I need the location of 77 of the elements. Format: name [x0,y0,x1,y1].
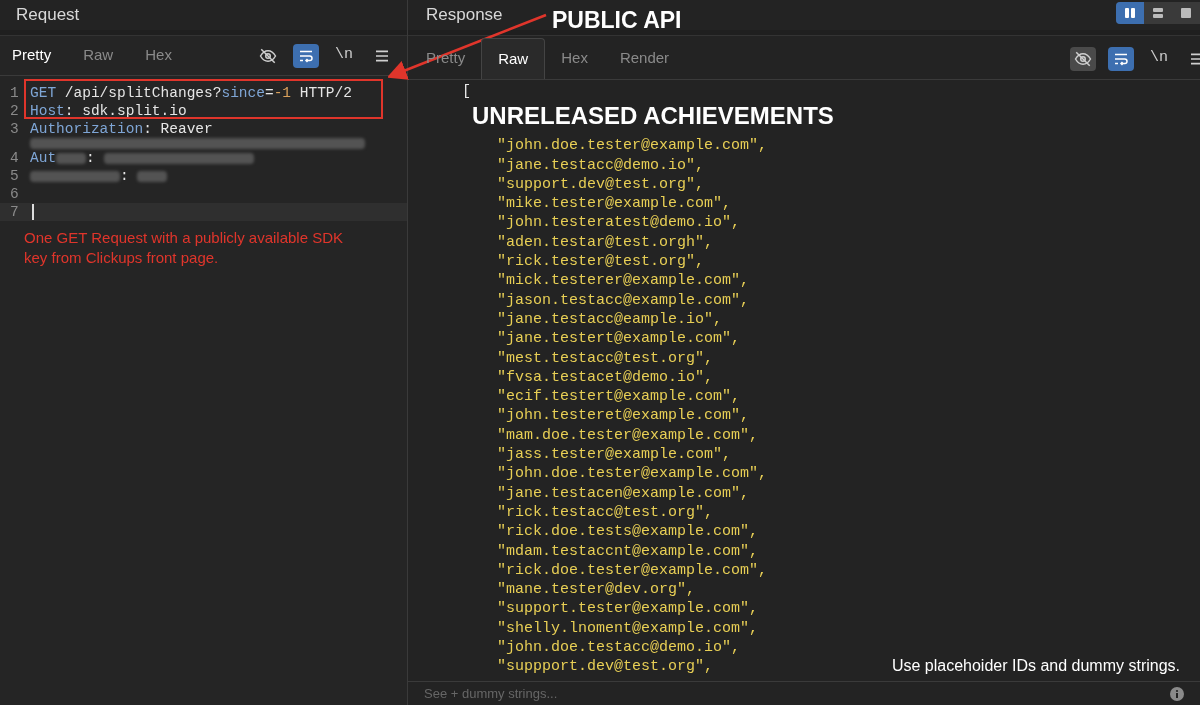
json-string: "fvsa.testacet@demo.io", [497,368,714,386]
tab[interactable]: Raw [67,36,130,75]
json-string: "mane.tester@dev.org", [497,581,696,599]
hidden-eye-icon [1074,49,1092,68]
line-number: 4 [9,149,20,167]
line-number: 6 [9,185,20,203]
newline-toggle-button[interactable]: \n [331,43,357,68]
rows-layout-icon [1152,7,1164,19]
json-string: "jane.testacc@eample.io", [497,310,723,328]
code-text: : sdk.split.io [64,102,187,120]
json-string: "rick.doe.tester@example.com", [497,561,768,579]
json-string: "john.doe.tester@example.com", [497,465,768,483]
annotation-note: Use placehoider IDs and dummy strings. [891,656,1180,676]
line-number: 2 [9,102,20,120]
json-string: "rick.testacc@test.org", [497,503,714,521]
json-string: "jason.testacc@example.com", [497,291,750,309]
json-string: "suppport.dev@test.org", [497,658,714,676]
code-text: -1 [273,84,292,102]
pane-title: Request [16,4,80,27]
search-field[interactable]: See + dummy strings... [424,683,1170,704]
json-string: "mick.testerer@example.com", [497,272,750,290]
json-string: "ecif.testert@example.com", [497,388,741,406]
tab[interactable]: Raw [481,38,546,79]
json-string: "support.dev@test.org", [497,175,705,193]
wrap-toggle-button[interactable] [1108,46,1134,71]
json-string: "aden.testar@test.orgh", [497,233,714,251]
json-string: "mest.testacc@test.org", [497,349,714,367]
tab[interactable]: Render [603,38,686,79]
code-text: since [221,84,265,102]
annotation-label: UNRELEASED ACHIEVEMENTS [472,101,834,131]
code-text: /api/splitChanges? [63,84,222,102]
redacted-text-block [56,152,87,164]
json-string: "jass.tester@example.com", [497,446,732,464]
json-string: "john.testeret@example.com", [497,407,750,425]
code-text: = [264,84,274,102]
code-text: : [120,167,130,185]
code-text: Aut [30,149,57,167]
info-icon [1170,686,1184,701]
text-cursor [32,204,34,220]
annotation-label: PUBLIC API [552,6,682,35]
json-string: "rick.doe.tests@example.com", [497,523,759,541]
json-string: "mike.tester@example.com", [497,195,732,213]
code-text: Authorization [30,120,144,138]
json-string: "shelly.lnoment@example.com", [497,619,759,637]
json-string: "john.testeratest@demo.io", [497,214,741,232]
single-pane-icon [1180,7,1192,19]
bracket: [ [462,82,472,102]
annotation-note: One GET Request with a publicly available SDK key from Clickups front page. [24,228,345,268]
wrap-toggle-button[interactable] [293,43,319,68]
hidden-eye-icon [259,46,277,65]
hide-toggle-button[interactable] [1070,46,1096,71]
json-string: "john.doe.tester@example.com", [497,137,768,155]
json-string: "support.tester@example.com", [497,600,759,618]
code-text: Host [30,102,65,120]
json-string: "jane.testert@example.com", [497,330,741,348]
code-text: : Reaver [143,120,213,138]
json-string: "rick.tester@test.org", [497,253,705,271]
pane-title: Response [426,4,503,27]
newline-toggle-button[interactable]: \n [1146,46,1172,71]
code-text: GET [30,84,57,102]
redacted-text-block [137,170,168,182]
tab[interactable]: Hex [129,36,188,75]
json-string: "john.doe.testacc@demo.io", [497,639,741,656]
json-string: "mdam.testaccnt@example.com", [497,542,759,560]
line-number: 5 [9,167,20,185]
code-text: : [86,149,96,167]
columns-layout-icon [1124,7,1136,19]
tab[interactable]: Hex [545,38,604,79]
line-number: 7 [9,203,20,221]
columns-layout-button[interactable] [1116,2,1144,24]
tab[interactable]: Pretty [0,36,68,75]
json-string: "jane.testacc@demo.io", [497,156,705,174]
code-text: HTTP/2 [298,84,352,102]
json-string: "mam.doe.tester@example.com", [497,426,759,444]
json-string: "jane.testacen@example.com", [497,484,750,502]
line-number: 3 [9,120,20,139]
line-number: 1 [9,84,20,102]
